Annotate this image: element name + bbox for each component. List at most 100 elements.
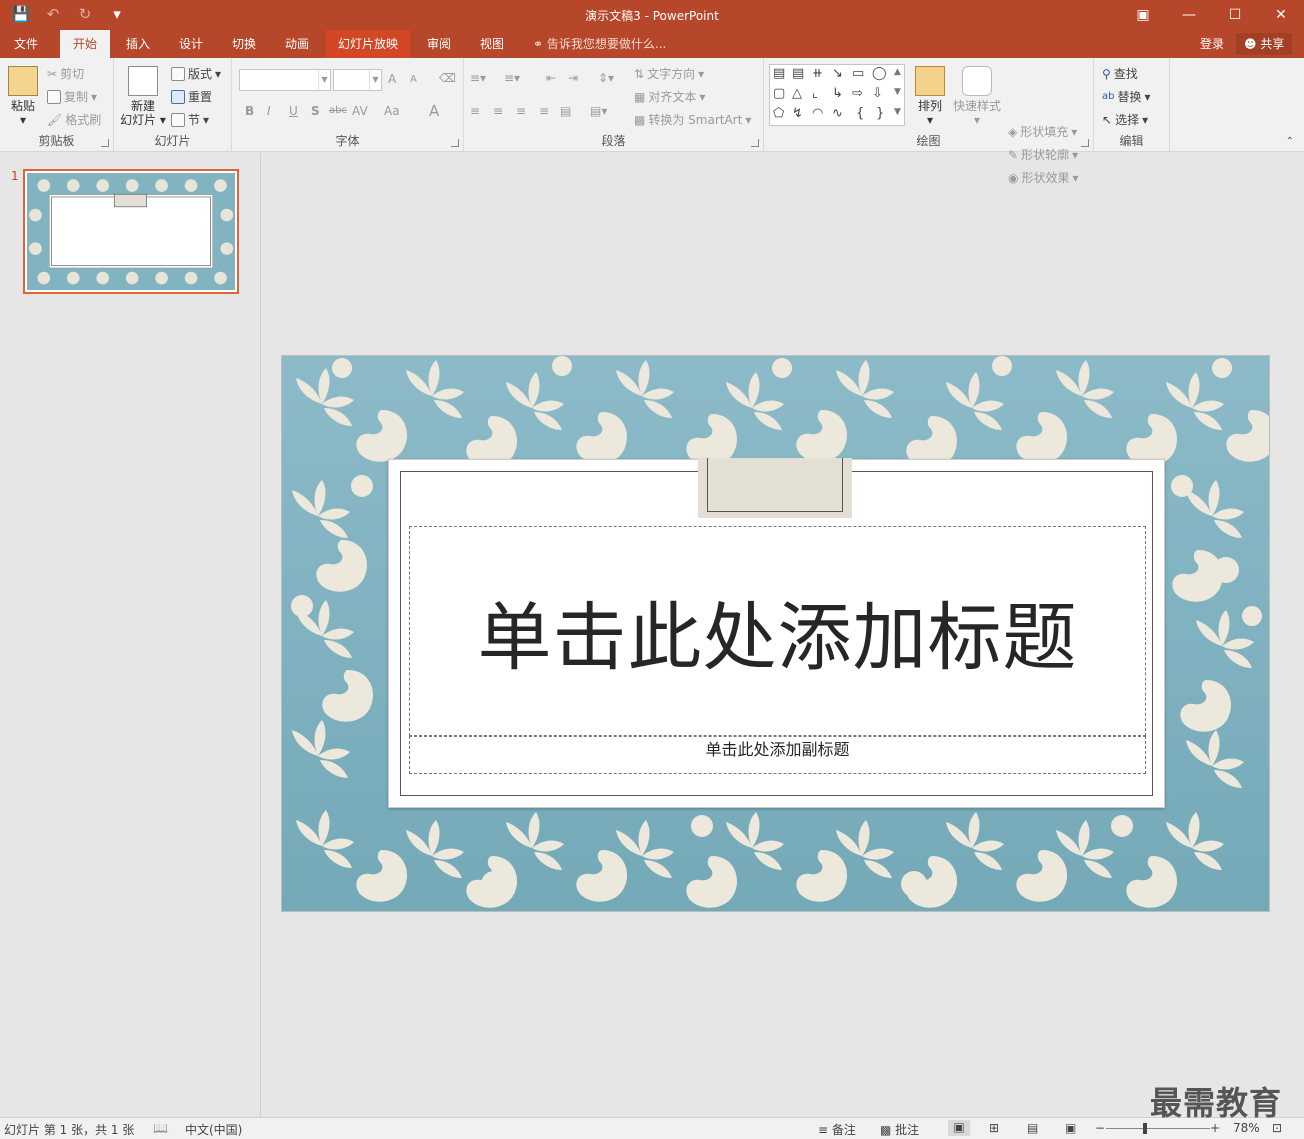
textbox-icon[interactable]: ▤ — [773, 66, 785, 81]
bullets-icon[interactable]: ≡▾ — [470, 71, 486, 85]
tab-design[interactable]: 设计 — [168, 30, 214, 58]
change-case-button[interactable]: Aa — [384, 104, 400, 118]
distribute-icon[interactable]: ▤ — [560, 104, 571, 118]
close-icon[interactable]: ✕ — [1258, 0, 1304, 30]
font-size-combo[interactable]: ▼ — [333, 69, 382, 91]
reading-view-icon[interactable]: ▤ — [1027, 1121, 1038, 1135]
find-button[interactable]: ⚲ 查找 — [1102, 65, 1138, 82]
underline-button[interactable]: U — [289, 104, 298, 118]
shrink-font-button[interactable]: A — [410, 74, 417, 85]
tab-animations[interactable]: 动画 — [274, 30, 320, 58]
align-text-button[interactable]: ▦ 对齐文本 ▾ — [634, 88, 705, 105]
dialog-launcher-icon[interactable] — [751, 139, 759, 147]
align-left-icon[interactable]: ≡ — [470, 104, 480, 118]
line-spacing-icon[interactable]: ⇕▾ — [598, 71, 614, 85]
right-arrow-icon[interactable]: ⇨ — [852, 86, 863, 101]
arrow-line-icon[interactable]: ↘ — [832, 66, 843, 81]
shape-outline-button[interactable]: ✎ 形状轮廓 ▾ — [1008, 146, 1078, 163]
decrease-indent-icon[interactable]: ⇤ — [546, 71, 556, 85]
shape-effects-button[interactable]: ◉ 形状效果 ▾ — [1008, 169, 1079, 186]
shapes-gallery[interactable]: ▤ ▤ ⧺ ↘ ▭ ◯ ▢ △ ⌞ ↳ ⇨ ⇩ ⬠ ↯ ◠ ∿ { } ▲ ▼ … — [769, 64, 905, 126]
font-color-button[interactable]: A — [429, 102, 439, 120]
maximize-icon[interactable]: ☐ — [1212, 0, 1258, 30]
shape-fill-button[interactable]: ◈ 形状填充 ▾ — [1008, 123, 1077, 140]
chevron-down-icon[interactable]: ▼ — [369, 70, 381, 90]
format-painter-button[interactable]: 🖌 格式刷 — [47, 111, 101, 128]
tab-view[interactable]: 视图 — [469, 30, 515, 58]
down-arrow-icon[interactable]: ⇩ — [872, 86, 883, 101]
left-brace-icon[interactable]: { — [856, 106, 864, 121]
share-button[interactable]: ☻ 共享 — [1236, 33, 1293, 55]
gallery-up-icon[interactable]: ▲ — [894, 67, 901, 77]
elbow-arrow-icon[interactable]: ↳ — [832, 86, 843, 101]
align-center-icon[interactable]: ≡ — [493, 104, 503, 118]
layout-button[interactable]: 版式 ▾ — [171, 65, 221, 82]
justify-icon[interactable]: ≡ — [539, 104, 549, 118]
copy-button[interactable]: 复制 ▾ — [47, 88, 97, 105]
numbering-icon[interactable]: ≡▾ — [504, 71, 520, 85]
grow-font-button[interactable]: A — [388, 72, 396, 86]
cut-button[interactable]: ✂ 剪切 — [47, 65, 84, 82]
text-direction-button[interactable]: ⇅ 文字方向 ▾ — [634, 65, 704, 82]
gallery-more-icon[interactable]: ▼ — [894, 107, 901, 117]
tab-insert[interactable]: 插入 — [115, 30, 161, 58]
zoom-out-icon[interactable]: − — [1095, 1121, 1105, 1135]
collapse-ribbon-icon[interactable]: ⌃ — [1286, 136, 1294, 147]
elbow-connector-icon[interactable]: ⌞ — [812, 86, 818, 101]
increase-indent-icon[interactable]: ⇥ — [568, 71, 578, 85]
tell-me-box[interactable]: ⚭ 告诉我您想要做什么... — [533, 30, 666, 58]
smartart-button[interactable]: ▩ 转换为 SmartArt ▾ — [634, 111, 751, 128]
section-button[interactable]: 节 ▾ — [171, 111, 209, 128]
language-indicator[interactable]: 中文(中国) — [185, 1121, 242, 1138]
arrange-button[interactable]: 排列 ▾ — [914, 66, 946, 127]
right-brace-icon[interactable]: } — [876, 106, 884, 121]
align-right-icon[interactable]: ≡ — [516, 104, 526, 118]
strikethrough-button[interactable]: abc — [329, 105, 347, 116]
tab-home[interactable]: 开始 — [60, 30, 110, 58]
bold-button[interactable]: B — [245, 104, 254, 118]
login-link[interactable]: 登录 — [1200, 30, 1224, 58]
oval-icon[interactable]: ◯ — [872, 66, 887, 81]
subtitle-placeholder[interactable]: 单击此处添加副标题 — [409, 736, 1146, 774]
title-placeholder[interactable]: 单击此处添加标题 — [409, 526, 1146, 736]
lightning-icon[interactable]: ↯ — [792, 106, 803, 121]
char-spacing-button[interactable]: AV — [352, 104, 368, 118]
line-icon[interactable]: ⧺ — [812, 66, 823, 81]
chevron-down-icon[interactable]: ▼ — [318, 70, 330, 90]
rounded-rect-icon[interactable]: ▢ — [773, 86, 785, 101]
font-name-combo[interactable]: ▼ — [239, 69, 331, 91]
slide-canvas[interactable]: 单击此处添加标题 单击此处添加副标题 — [281, 355, 1270, 912]
dialog-launcher-icon[interactable] — [101, 139, 109, 147]
ribbon-display-icon[interactable]: ▣ — [1120, 0, 1166, 30]
zoom-slider-track[interactable] — [1106, 1128, 1210, 1129]
shadow-button[interactable]: S — [311, 104, 320, 118]
arc-icon[interactable]: ◠ — [812, 106, 823, 121]
replace-button[interactable]: ab 替换 ▾ — [1102, 88, 1151, 105]
slideshow-icon[interactable]: ▣ — [1065, 1121, 1076, 1135]
slide-sorter-icon[interactable]: ⊞ — [989, 1121, 999, 1135]
dialog-launcher-icon[interactable] — [451, 139, 459, 147]
spellcheck-icon[interactable]: 📖 — [153, 1121, 168, 1135]
select-button[interactable]: ↖ 选择 ▾ — [1102, 111, 1148, 128]
triangle-icon[interactable]: △ — [792, 86, 802, 101]
new-slide-button[interactable]: 新建 幻灯片 ▾ — [118, 66, 168, 127]
normal-view-icon[interactable]: ▣ — [948, 1120, 970, 1136]
italic-button[interactable]: I — [267, 104, 271, 118]
minimize-icon[interactable]: — — [1166, 0, 1212, 30]
gallery-down-icon[interactable]: ▼ — [894, 87, 901, 97]
reset-button[interactable]: 重置 — [171, 88, 212, 105]
quick-styles-button[interactable]: 快速样式 ▾ — [952, 66, 1002, 127]
tab-review[interactable]: 审阅 — [416, 30, 462, 58]
pentagon-icon[interactable]: ⬠ — [773, 106, 784, 121]
paste-button[interactable]: 粘贴 ▾ — [6, 66, 40, 127]
slide-thumbnail[interactable] — [23, 169, 239, 294]
tab-slideshow[interactable]: 幻灯片放映 — [326, 30, 410, 58]
rectangle-icon[interactable]: ▭ — [852, 66, 864, 81]
zoom-slider-handle[interactable] — [1143, 1123, 1147, 1134]
notes-button[interactable]: ≡ 备注 — [818, 1121, 856, 1138]
clear-format-icon[interactable]: ⌫ — [439, 71, 456, 85]
dialog-launcher-icon[interactable] — [1081, 139, 1089, 147]
tab-file[interactable]: 文件 — [0, 30, 52, 58]
vertical-textbox-icon[interactable]: ▤ — [792, 66, 804, 81]
columns-icon[interactable]: ▤▾ — [590, 104, 607, 118]
